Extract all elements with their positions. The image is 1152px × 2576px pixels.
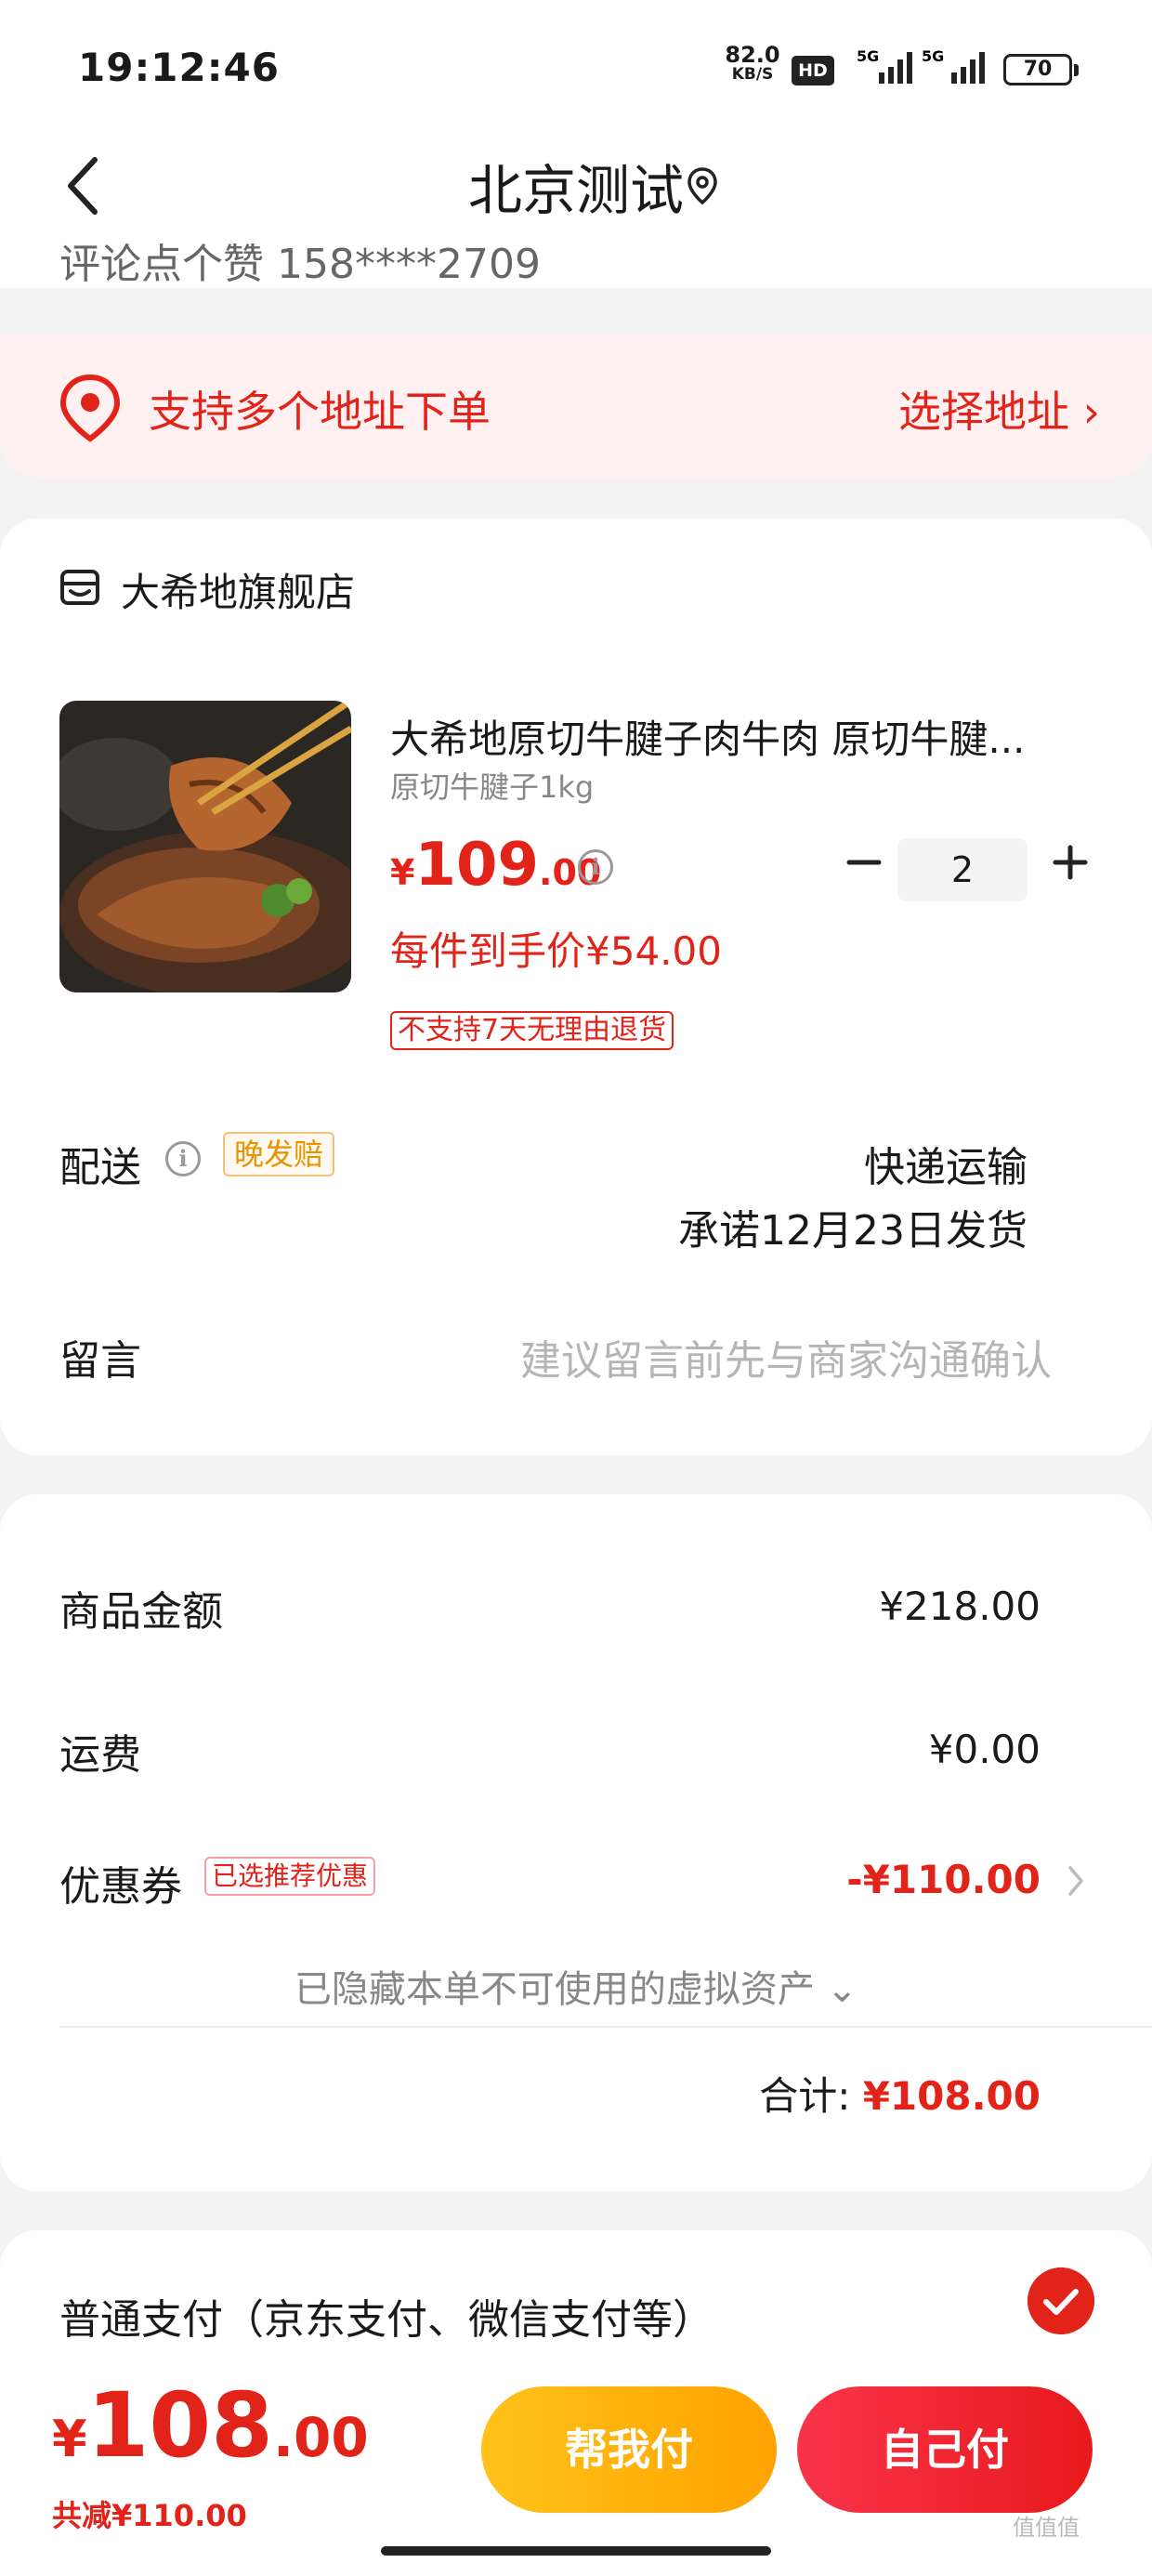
quantity-minus-button[interactable] (836, 835, 892, 890)
payment-method-label: 普通支付（京东支付、微信支付等） (59, 2296, 713, 2344)
multi-address-text: 支持多个地址下单 (149, 387, 491, 437)
multi-address-banner[interactable]: 支持多个地址下单 选择地址 › (0, 336, 1152, 478)
store-name[interactable]: 大希地旗舰店 (121, 561, 355, 618)
coupon-value[interactable]: -¥110.00 (846, 1857, 1041, 1902)
price-info-icon[interactable]: i (578, 849, 613, 885)
network-speed: 82.0 KB/S (723, 42, 782, 84)
message-input[interactable]: 建议留言前先与商家沟通确认 (520, 1327, 1052, 1387)
payable-currency: ¥ (52, 2410, 87, 2468)
price-integer: 109 (414, 831, 540, 900)
payable-amount: ¥108.00 (52, 2373, 369, 2477)
coupon-recommended-badge: 已选推荐优惠 (204, 1857, 376, 1896)
choose-address-link[interactable]: 选择地址 › (898, 378, 1100, 440)
delivery-info-icon[interactable]: i (165, 1141, 201, 1176)
price-currency: ¥ (390, 852, 415, 893)
order-total: 合计: ¥108.00 (759, 2065, 1041, 2122)
payable-integer: 108 (86, 2373, 273, 2477)
total-discount: 共减¥110.00 (52, 2498, 247, 2533)
delivery-label: 配送 (59, 1144, 141, 1191)
checkout-bar: ¥108.00 共减¥110.00 帮我付 自己付 (0, 2360, 1152, 2576)
quantity-value[interactable]: 2 (897, 838, 1028, 901)
goods-amount-value: ¥218.00 (879, 1584, 1041, 1629)
product-image[interactable] (59, 701, 351, 992)
coupon-chevron-right-icon[interactable] (1065, 1862, 1087, 1899)
signal-label-2: 5G (922, 48, 944, 65)
selected-check-icon[interactable] (1028, 2267, 1094, 2334)
nav-bar: 北京测试 (0, 130, 1152, 251)
status-bar: 19:12:46 82.0 KB/S HD 5G 5G 70 (0, 0, 1152, 130)
home-indicator[interactable] (381, 2546, 771, 2556)
beef-dish-image (59, 701, 351, 992)
payable-decimal: .00 (272, 2406, 369, 2469)
store-icon (60, 570, 99, 605)
shipping-promise-date: 承诺12月23日发货 (678, 1207, 1028, 1255)
total-value: ¥108.00 (862, 2073, 1041, 2119)
coupon-label[interactable]: 优惠券 (59, 1853, 182, 1912)
location-pin-icon[interactable] (686, 165, 719, 206)
signal-label-1: 5G (857, 48, 879, 65)
goods-amount-label: 商品金额 (59, 1588, 223, 1636)
order-item-card: 大希地旗舰店 大希地原切牛腱子肉牛肉 原切牛腱... 原切牛腱子1kg ¥109… (0, 519, 1152, 1455)
watermark-logo: 值值值 (1013, 2515, 1080, 2541)
scrolled-address-line: 评论点个赞 158****2709 (0, 243, 1152, 288)
location-marker-icon (59, 374, 121, 442)
shipping-fee-label: 运费 (59, 1731, 141, 1779)
summary-divider (59, 2026, 1152, 2028)
help-me-pay-button[interactable]: 帮我付 (481, 2386, 777, 2513)
network-speed-unit: KB/S (731, 65, 774, 84)
shipping-method[interactable]: 快递运输 (864, 1134, 1028, 1193)
no-return-tag: 不支持7天无理由退货 (390, 1011, 674, 1050)
back-arrow-icon[interactable] (58, 149, 113, 223)
product-price: ¥109.00 (390, 831, 601, 900)
shipping-fee-value: ¥0.00 (928, 1727, 1041, 1772)
hd-icon: HD (792, 56, 834, 85)
product-title[interactable]: 大希地原切牛腱子肉牛肉 原切牛腱... (390, 708, 1078, 765)
page-title: 北京测试 (467, 159, 684, 222)
late-compensation-badge: 晚发赔 (223, 1132, 335, 1176)
status-time: 19:12:46 (78, 45, 280, 90)
price-summary-card: 商品金额 ¥218.00 运费 ¥0.00 优惠券 已选推荐优惠 -¥110.0… (0, 1494, 1152, 2191)
message-label: 留言 (59, 1337, 141, 1385)
signal-5g-icon-2: 5G (922, 48, 985, 84)
battery-icon: 70 (1003, 54, 1079, 85)
hidden-assets-toggle[interactable]: 已隐藏本单不可使用的虚拟资产 ⌄ (0, 1959, 1152, 2013)
quantity-plus-button[interactable] (1042, 835, 1098, 890)
network-speed-value: 82.0 (725, 42, 780, 68)
unit-final-price: 每件到手价¥54.00 (390, 928, 722, 974)
pay-myself-button[interactable]: 自己付 (797, 2386, 1093, 2513)
scrolled-address-text: 评论点个赞 158****2709 (59, 243, 541, 288)
product-spec: 原切牛腱子1kg (390, 769, 595, 805)
signal-5g-icon: 5G (857, 48, 912, 84)
total-label: 合计: (759, 2073, 851, 2119)
